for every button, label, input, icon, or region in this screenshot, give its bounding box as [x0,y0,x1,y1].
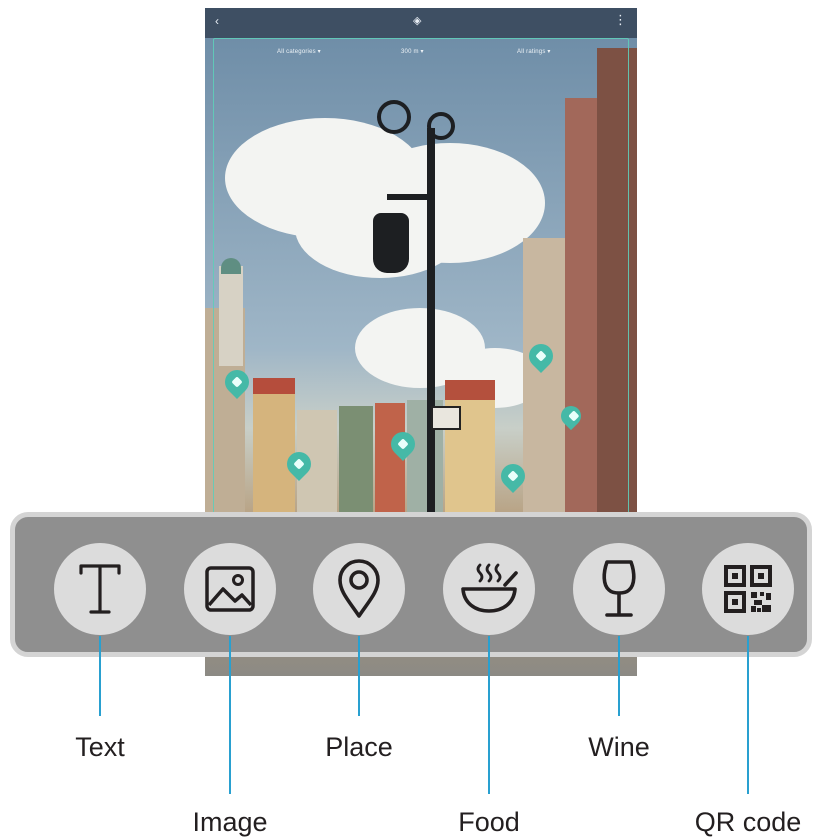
rating-filter[interactable]: All ratings ▾ [517,48,551,55]
qr-code-icon [724,565,772,613]
image-mode-button[interactable] [184,543,276,635]
callout-line-wine [618,636,620,716]
text-mode-button[interactable] [54,543,146,635]
place-mode-button[interactable] [313,543,405,635]
image-icon [204,565,256,613]
more-options-icon[interactable]: ⋮ [614,12,627,28]
back-icon[interactable]: ‹ [215,14,219,28]
callout-line-image [229,636,231,794]
label-food: Food [458,807,520,837]
wine-glass-icon [599,559,639,619]
bixby-vision-icon: ◈ [413,15,422,27]
text-icon [75,561,125,617]
bowl-icon [459,561,519,617]
label-image: Image [192,807,268,837]
status-bar: ‹ ◈ ⋮ [205,8,637,38]
filter-bar: All categories ▾ 300 m ▾ All ratings ▾ [205,48,637,62]
callout-line-text [99,636,101,716]
label-place: Place [325,732,393,762]
label-text: Text [75,732,125,762]
label-wine: Wine [588,732,650,762]
callout-line-place [358,636,360,716]
callout-line-qr-code [747,636,749,794]
category-filter[interactable]: All categories ▾ [277,48,321,55]
qr-code-mode-button[interactable] [702,543,794,635]
callout-line-food [488,636,490,794]
food-mode-button[interactable] [443,543,535,635]
location-pin-icon [337,559,381,619]
distance-filter[interactable]: 300 m ▾ [401,48,424,55]
label-qr-code: QR code [694,807,802,837]
wine-mode-button[interactable] [573,543,665,635]
